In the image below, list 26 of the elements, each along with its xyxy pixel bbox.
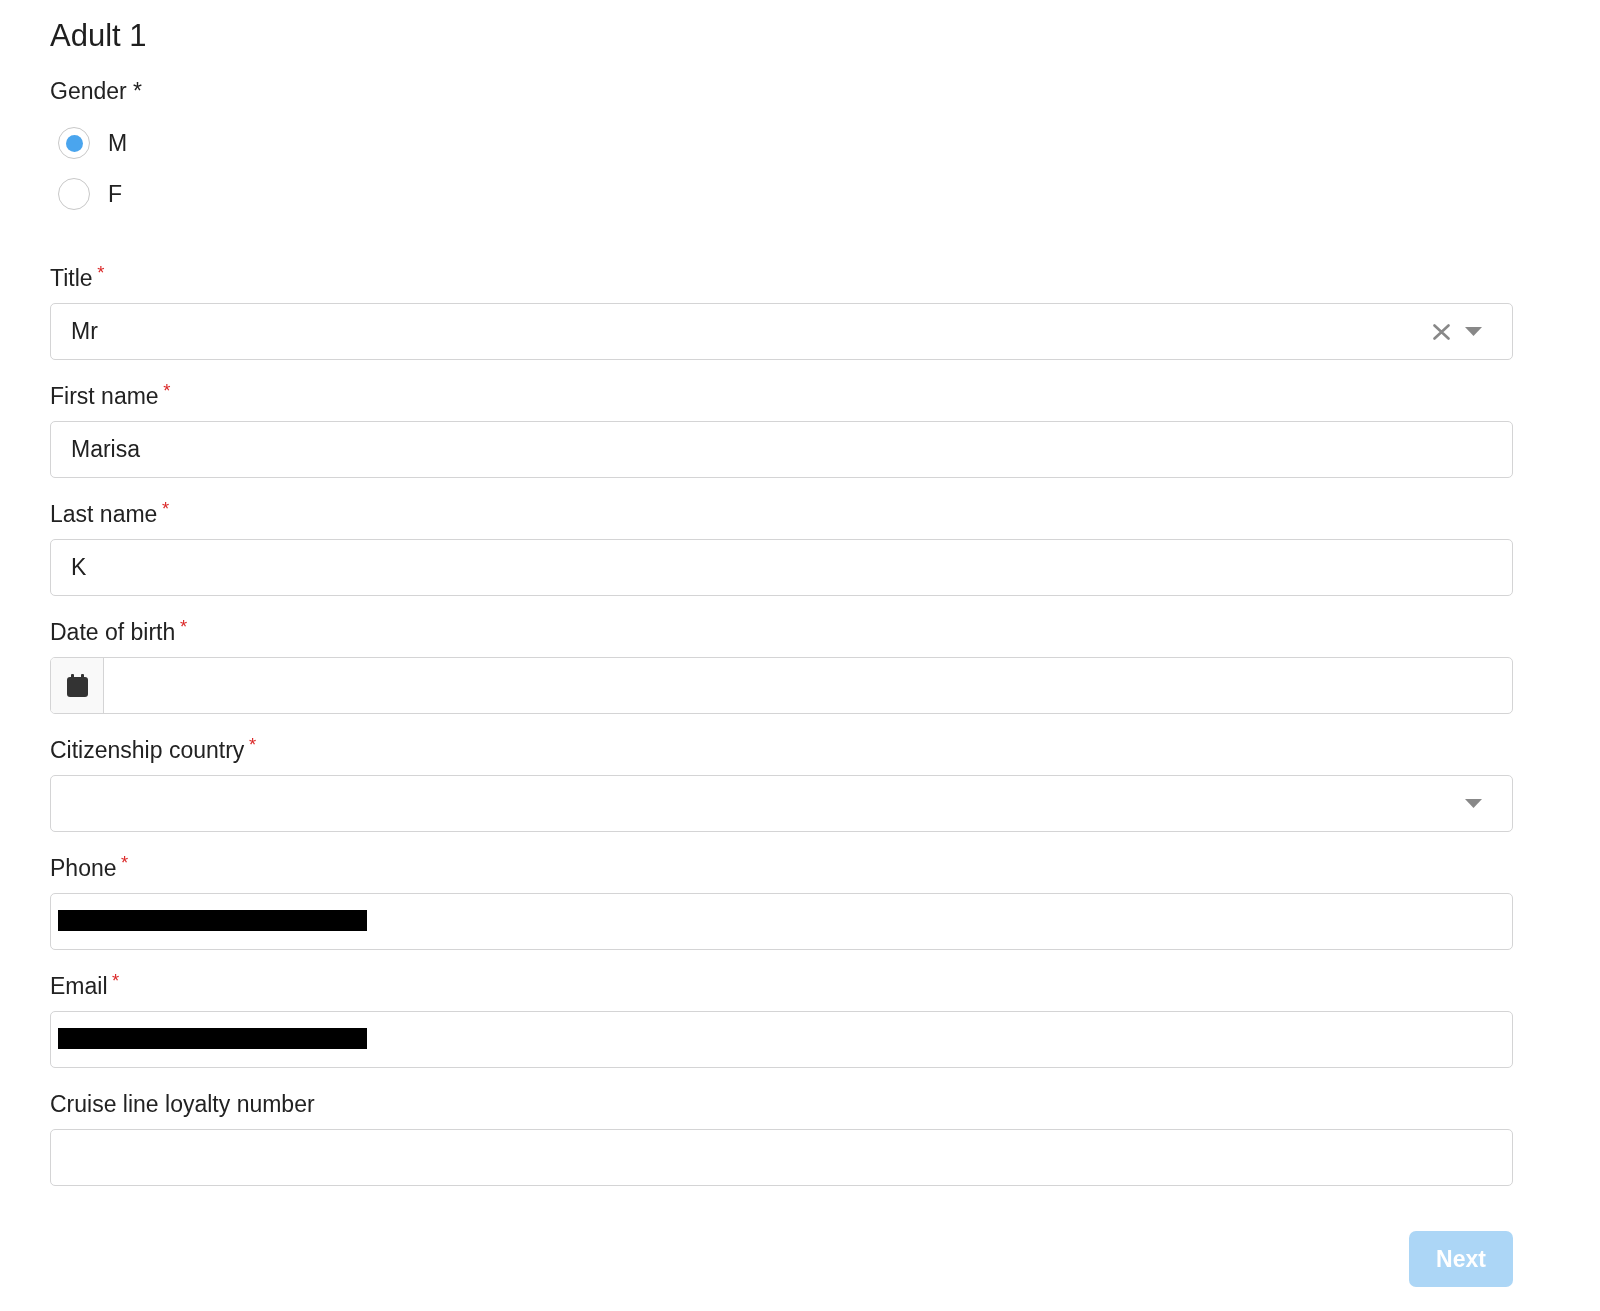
field-label: Email * [50, 971, 120, 1001]
radio-label: F [108, 180, 123, 209]
field-label: Cruise line loyalty number [50, 1090, 315, 1119]
caret-down-icon[interactable] [1465, 799, 1482, 808]
date-field[interactable] [50, 657, 1513, 714]
section-heading: Adult 1 [50, 17, 147, 55]
select-field[interactable] [50, 775, 1513, 832]
field-label: Title * [50, 263, 105, 293]
field-label: Phone * [50, 853, 129, 883]
field-label: First name * [50, 381, 171, 411]
field-label: Last name * [50, 499, 170, 529]
calendar-icon [66, 674, 88, 697]
text-field[interactable] [50, 893, 1513, 950]
radio-button[interactable] [58, 178, 90, 210]
text-field[interactable] [50, 1011, 1513, 1068]
radio-label: M [108, 129, 128, 158]
text-field[interactable]: Marisa [50, 421, 1513, 478]
close-icon[interactable] [1433, 323, 1450, 340]
select-field[interactable]: Mr [50, 303, 1513, 360]
text-field[interactable] [50, 1129, 1513, 1186]
field-label: Date of birth * [50, 617, 188, 647]
field-label: Citizenship country * [50, 735, 257, 765]
field-label: Gender * [50, 77, 143, 106]
text-field[interactable]: K [50, 539, 1513, 596]
caret-down-icon[interactable] [1465, 327, 1482, 336]
radio-button[interactable] [58, 127, 90, 159]
